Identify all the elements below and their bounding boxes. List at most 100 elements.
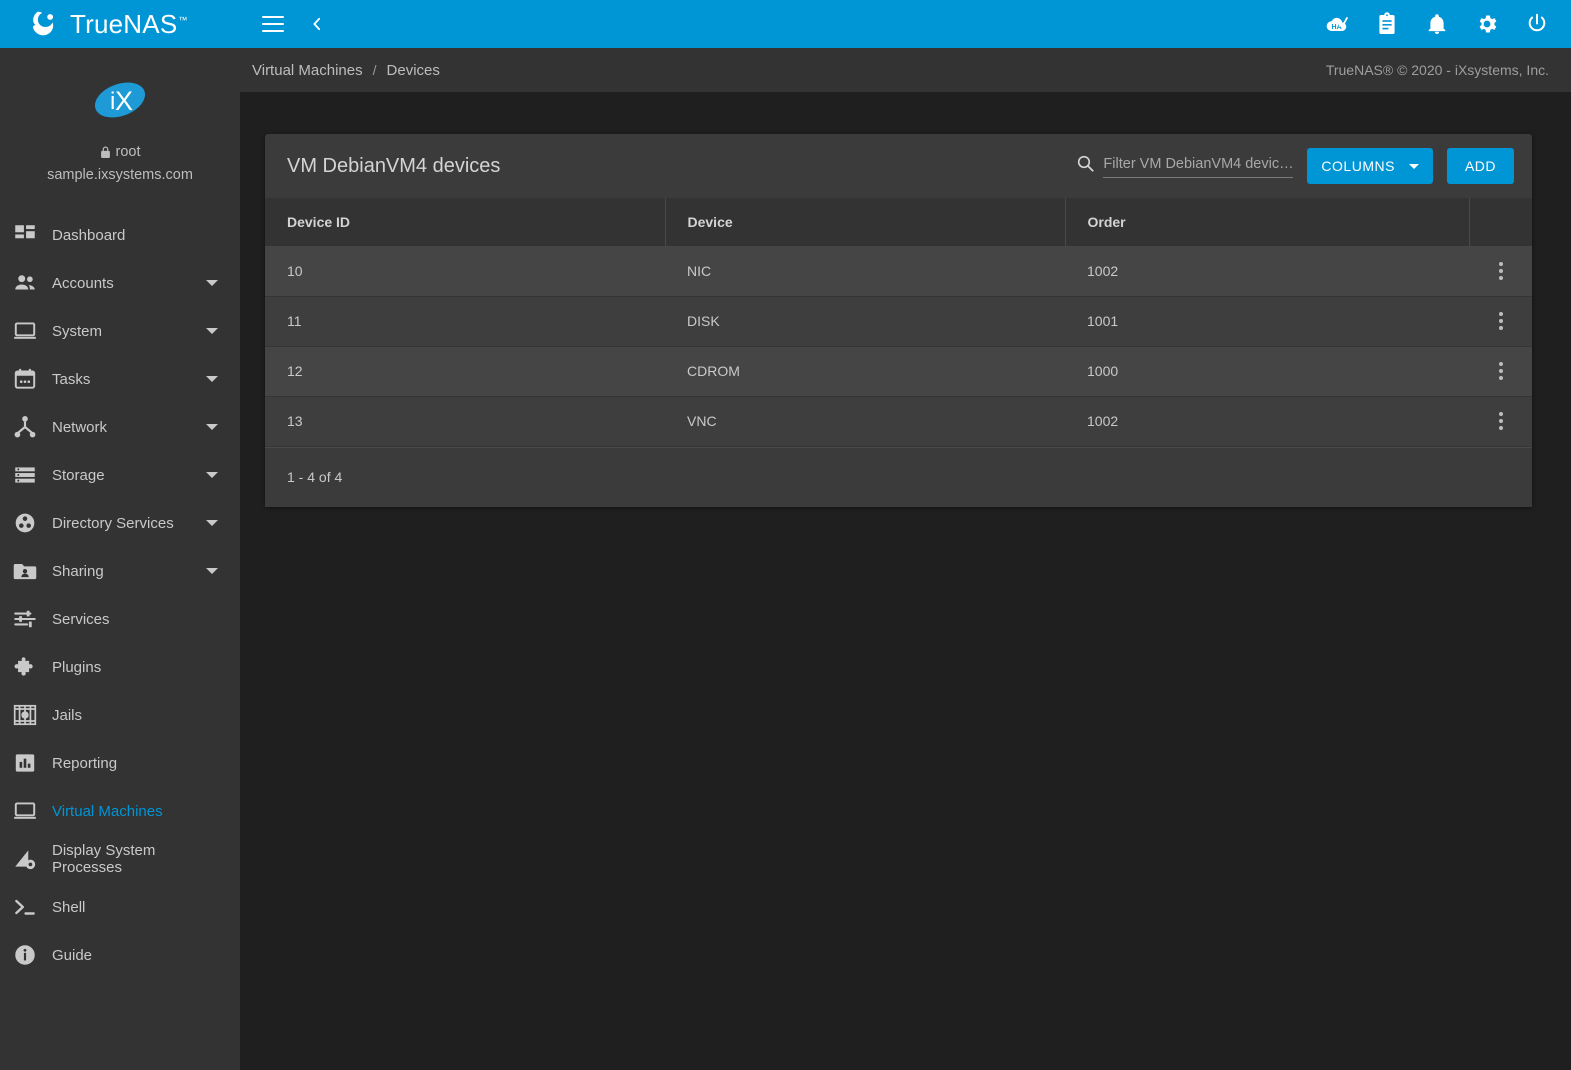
- system-processes-icon: [15, 850, 36, 870]
- breadcrumb-separator: /: [372, 62, 377, 78]
- sidebar-item-system[interactable]: System: [0, 307, 240, 355]
- sidebar-item-services[interactable]: Services: [0, 595, 240, 643]
- sidebar-item-plugins[interactable]: Plugins: [0, 643, 240, 691]
- table-body: 10 NIC 1002 11 DISK 1001 12 CDROM 1000 1…: [265, 246, 1532, 447]
- cell-device-id: 10: [265, 246, 665, 297]
- column-header-device[interactable]: Device: [665, 198, 1066, 246]
- storage-stack-icon: [15, 467, 35, 483]
- row-menu-icon[interactable]: [1491, 312, 1511, 330]
- cell-order: 1000: [1065, 346, 1469, 397]
- plugins-puzzle-icon: [14, 657, 33, 676]
- copyright-text: TrueNAS® © 2020 - iXsystems, Inc.: [1325, 62, 1549, 78]
- page-body: i X root sample.ixsystems.com Dashboard: [0, 48, 1571, 1070]
- sidebar-item-shell[interactable]: Shell: [0, 883, 240, 931]
- table-row[interactable]: 13 VNC 1002: [265, 396, 1532, 447]
- truenas-wave-logo-icon: [32, 11, 54, 36]
- chevron-down-icon[interactable]: [206, 328, 218, 334]
- sidebar-item-guide[interactable]: Guide: [0, 931, 240, 979]
- breadcrumb-item-virtual-machines[interactable]: Virtual Machines: [252, 62, 363, 79]
- sidebar-item-label: Network: [52, 418, 108, 436]
- column-header-order[interactable]: Order: [1065, 198, 1470, 246]
- hamburger-menu-icon[interactable]: [262, 16, 284, 32]
- directory-services-icon: [15, 513, 35, 533]
- chevron-down-icon[interactable]: [206, 424, 218, 430]
- sidebar-item-tasks[interactable]: Tasks: [0, 355, 240, 403]
- column-header-device-id[interactable]: Device ID: [265, 198, 666, 246]
- table-row[interactable]: 11 DISK 1001: [265, 296, 1532, 347]
- columns-button-label: COLUMNS: [1321, 158, 1395, 174]
- row-menu-icon[interactable]: [1491, 362, 1511, 380]
- ix-systems-logo-icon: i X: [94, 82, 146, 118]
- table-row[interactable]: 10 NIC 1002: [265, 246, 1532, 297]
- sidebar-item-storage[interactable]: Storage: [0, 451, 240, 499]
- breadcrumb: Virtual Machines / Devices: [252, 62, 440, 79]
- sidebar-item-label: Plugins: [52, 658, 102, 676]
- sidebar-item-label: Shell: [52, 898, 86, 916]
- cell-actions: [1469, 246, 1532, 297]
- columns-button[interactable]: COLUMNS: [1307, 148, 1433, 184]
- add-button[interactable]: ADD: [1446, 148, 1514, 184]
- card-header-actions: COLUMNS ADD: [1076, 148, 1514, 184]
- cell-order: 1002: [1065, 246, 1469, 297]
- sidebar-item-label: System: [52, 322, 103, 340]
- chevron-down-icon[interactable]: [206, 472, 218, 478]
- column-header-actions: [1469, 198, 1532, 246]
- sidebar-item-label: Reporting: [52, 754, 118, 772]
- lock-icon: [100, 146, 110, 158]
- chevron-down-icon[interactable]: [206, 376, 218, 382]
- task-manager-icon[interactable]: [1375, 12, 1399, 36]
- sidebar-item-dashboard[interactable]: Dashboard: [0, 211, 240, 259]
- breadcrumb-item-devices[interactable]: Devices: [387, 62, 440, 79]
- search-icon[interactable]: [1076, 154, 1095, 173]
- shell-prompt-icon: [15, 899, 35, 915]
- sidebar-item-label: Virtual Machines: [52, 802, 163, 820]
- row-menu-icon[interactable]: [1491, 261, 1511, 280]
- sidebar-username-row: root: [0, 144, 240, 160]
- chevron-left-icon[interactable]: [308, 15, 326, 33]
- cell-device: CDROM: [665, 346, 1065, 397]
- sidebar-item-label: Accounts: [52, 274, 114, 292]
- sidebar-item-network[interactable]: Network: [0, 403, 240, 451]
- table-header: Device ID Device Order: [265, 198, 1532, 246]
- sidebar-item-label: Directory Services: [52, 514, 174, 532]
- chevron-down-icon[interactable]: [206, 280, 218, 286]
- devices-table: Device ID Device Order 10 NIC 1002 11 DI…: [265, 198, 1532, 447]
- cell-device-id: 11: [265, 296, 665, 347]
- sidebar-item-reporting[interactable]: Reporting: [0, 739, 240, 787]
- sidebar-nav: Dashboard Accounts System Tasks Network …: [0, 211, 240, 979]
- sidebar-item-accounts[interactable]: Accounts: [0, 259, 240, 307]
- brand-logo[interactable]: TrueNAS™: [0, 0, 240, 48]
- sidebar-item-label: Guide: [52, 946, 93, 964]
- top-bar-icon-group: HA: [1325, 12, 1549, 36]
- page-title: VM DebianVM4 devices: [287, 154, 501, 177]
- sidebar-item-display-system-processes[interactable]: Display System Processes: [0, 835, 240, 883]
- network-nodes-icon: [14, 416, 36, 438]
- sidebar-item-sharing[interactable]: Sharing: [0, 547, 240, 595]
- cell-device-id: 12: [265, 346, 665, 397]
- search-area: [1076, 152, 1294, 180]
- card-header: VM DebianVM4 devices COLUMNS ADD: [265, 134, 1532, 198]
- breadcrumb-bar: Virtual Machines / Devices TrueNAS® © 20…: [240, 48, 1571, 92]
- row-menu-icon[interactable]: [1491, 412, 1511, 430]
- services-sliders-icon: [14, 610, 36, 628]
- notifications-bell-icon[interactable]: [1425, 12, 1449, 36]
- ha-status-icon[interactable]: HA: [1325, 12, 1349, 36]
- sidebar-item-jails[interactable]: Jails: [0, 691, 240, 739]
- sidebar-user-block: i X root sample.ixsystems.com: [0, 48, 240, 201]
- jails-icon: [13, 704, 37, 726]
- search-input[interactable]: [1103, 152, 1294, 178]
- table-row[interactable]: 12 CDROM 1000: [265, 346, 1532, 397]
- sidebar-item-virtual-machines[interactable]: Virtual Machines: [0, 787, 240, 835]
- sidebar-item-directory-services[interactable]: Directory Services: [0, 499, 240, 547]
- pagination-range: 1 - 4 of 4: [287, 469, 343, 485]
- settings-gear-icon[interactable]: [1475, 12, 1499, 36]
- sidebar: i X root sample.ixsystems.com Dashboard: [0, 48, 240, 1070]
- cell-device: NIC: [665, 246, 1065, 297]
- sidebar-item-label: Storage: [52, 466, 105, 484]
- power-icon[interactable]: [1525, 12, 1549, 36]
- cell-actions: [1469, 346, 1532, 397]
- chevron-down-icon[interactable]: [206, 568, 218, 574]
- chevron-down-icon[interactable]: [206, 520, 218, 526]
- system-laptop-icon: [14, 322, 36, 339]
- cell-order: 1002: [1065, 396, 1469, 447]
